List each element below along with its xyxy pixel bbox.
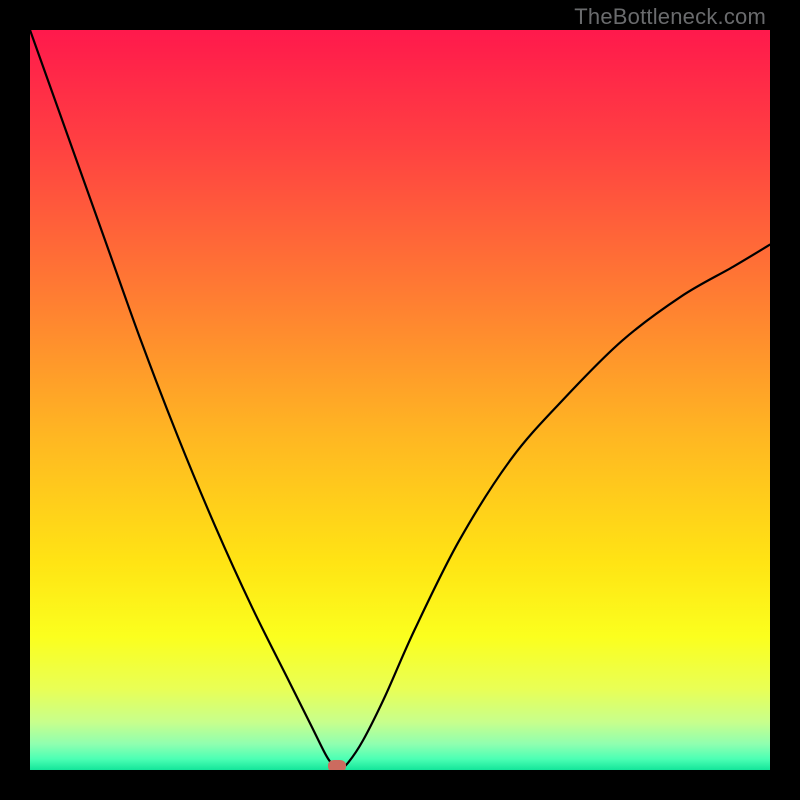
plot-area	[30, 30, 770, 770]
chart-frame: TheBottleneck.com	[0, 0, 800, 800]
watermark-text: TheBottleneck.com	[574, 4, 766, 30]
minimum-point-marker	[328, 760, 346, 770]
bottleneck-curve	[30, 30, 770, 770]
